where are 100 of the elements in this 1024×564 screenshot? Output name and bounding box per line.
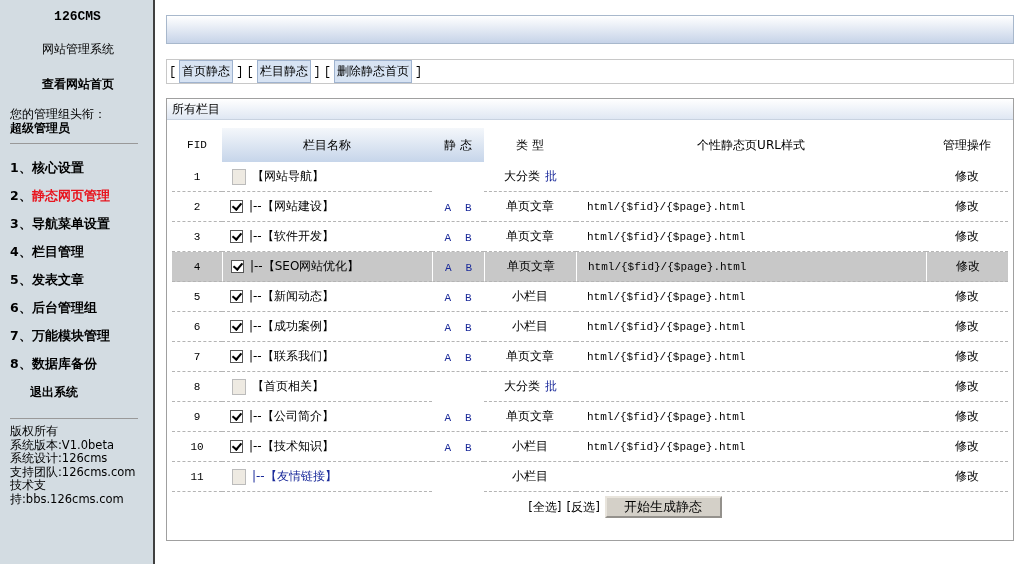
checkbox[interactable] [230, 410, 243, 423]
footer-text: 版权所有 [10, 425, 59, 439]
static-link[interactable]: B [465, 201, 472, 214]
category-link[interactable]: |--【友情链接】 [252, 469, 337, 483]
static-link[interactable]: B [465, 231, 472, 244]
checkbox[interactable] [232, 168, 246, 185]
menu-item[interactable]: 发表文章 [31, 271, 84, 289]
category-name: 【首页相关】 [252, 379, 324, 393]
column-header: 栏目名称 [222, 128, 432, 162]
edit-link[interactable]: 修改 [955, 439, 979, 453]
edit-link[interactable]: 修改 [955, 259, 980, 273]
table-row[interactable]: 6 |--【成功案例】 A B 小栏目 html/{$fid}/{$page}.html 修改 [172, 312, 1008, 342]
type-text: 单页文章 [506, 229, 554, 243]
table-row[interactable]: 10 |--【技术知识】 A B 小栏目 html/{$fid}/{$page}.html 修改 [172, 432, 1008, 462]
menu-item[interactable]: 万能模块管理 [31, 327, 110, 345]
checkbox[interactable] [230, 200, 243, 213]
table-row[interactable]: 11 |--【友情链接】 小栏目 修改 [172, 462, 1008, 492]
static-link[interactable]: B [465, 321, 472, 334]
table-row[interactable]: 1 【网站导航】 大分类 批 修改 [172, 162, 1008, 192]
category-name: |--【技术知识】 [249, 439, 334, 453]
static-link[interactable]: A [444, 411, 451, 424]
static-link[interactable]: B [465, 411, 472, 424]
menu-number: 7、 [10, 327, 32, 345]
static-link[interactable]: A [444, 231, 451, 244]
app-subtitle: 网站管理系统 [40, 41, 115, 58]
type-text: 小栏目 [512, 319, 548, 333]
toolbar-button[interactable]: 首页静态 [179, 60, 234, 83]
checkbox[interactable] [230, 290, 243, 303]
home-link[interactable]: 查看网站首页 [10, 76, 145, 93]
category-name: 【网站导航】 [252, 169, 324, 183]
static-link[interactable]: A [444, 291, 451, 304]
menu-item[interactable]: 数据库备份 [31, 355, 97, 373]
bracket: [ [323, 64, 331, 79]
checkbox[interactable] [230, 440, 243, 453]
static-link[interactable]: B [465, 261, 473, 274]
edit-link[interactable]: 修改 [955, 289, 979, 303]
bracket: ] [415, 64, 423, 79]
checkbox[interactable] [230, 350, 243, 363]
table-row[interactable]: 8 【首页相关】 大分类 批 修改 [172, 372, 1008, 402]
static-link[interactable]: A [444, 351, 451, 364]
url-pattern: html/{$fid}/{$page}.html [588, 260, 747, 273]
fid-cell: 9 [172, 402, 222, 432]
batch-link[interactable]: 批 [544, 169, 557, 183]
table-row[interactable]: 9 |--【公司简介】 A B 单页文章 html/{$fid}/{$page}.html 修改 [172, 402, 1008, 432]
url-pattern: html/{$fid}/{$page}.html [587, 320, 746, 333]
edit-link[interactable]: 修改 [955, 199, 979, 213]
edit-link[interactable]: 修改 [955, 319, 979, 333]
static-link[interactable]: A [444, 261, 452, 274]
edit-link[interactable]: 修改 [955, 229, 979, 243]
type-text: 单页文章 [506, 409, 554, 423]
table-row[interactable]: 2 |--【网站建设】 A B 单页文章 html/{$fid}/{$page}.html 修改 [172, 192, 1008, 222]
group-label: 您的管理组头衔： [10, 107, 107, 121]
toolbar-button[interactable]: 栏目静态 [256, 60, 311, 83]
url-pattern: html/{$fid}/{$page}.html [587, 290, 746, 303]
edit-link[interactable]: 修改 [955, 349, 979, 363]
generate-button[interactable]: 开始生成静态 [604, 496, 722, 518]
menu-item[interactable]: 后台管理组 [31, 299, 97, 317]
static-link[interactable]: B [465, 441, 472, 454]
static-link[interactable]: B [465, 351, 472, 364]
table-row[interactable]: 7 |--【联系我们】 A B 单页文章 html/{$fid}/{$page}.html 修改 [172, 342, 1008, 372]
select-all-link[interactable]: [全选] [528, 498, 562, 516]
checkbox[interactable] [230, 320, 243, 333]
menu-item[interactable]: 导航菜单设置 [31, 215, 110, 233]
static-link[interactable]: B [465, 291, 472, 304]
type-text: 大分类 [503, 169, 540, 183]
menu-number: 4、 [10, 243, 32, 261]
table-row[interactable]: 5 |--【新闻动态】 A B 小栏目 html/{$fid}/{$page}.html 修改 [172, 282, 1008, 312]
checkbox[interactable] [230, 230, 243, 243]
fid-cell: 11 [172, 462, 222, 492]
checkbox[interactable] [232, 468, 246, 485]
type-text: 单页文章 [506, 349, 554, 363]
edit-link[interactable]: 修改 [955, 379, 979, 393]
footer-text: 持:bbs.126cms.com [10, 492, 125, 506]
batch-link[interactable]: 批 [544, 379, 557, 393]
menu-item[interactable]: 核心设置 [31, 159, 84, 177]
invert-link[interactable]: [反选] [566, 498, 600, 516]
url-pattern: html/{$fid}/{$page}.html [587, 440, 746, 453]
checkbox[interactable] [231, 260, 244, 273]
checkbox[interactable] [232, 378, 246, 395]
app-title: 126CMS [53, 9, 102, 24]
footer-text: 支持团队:126cms.com [10, 465, 137, 479]
menu-item[interactable]: 栏目管理 [31, 243, 84, 261]
fid-cell: 2 [172, 192, 222, 222]
bracket: ] [236, 64, 244, 79]
edit-link[interactable]: 修改 [955, 409, 979, 423]
static-link[interactable]: A [444, 321, 451, 334]
type-text: 单页文章 [506, 259, 555, 273]
logout-link[interactable]: 退出系统 [10, 378, 145, 406]
bracket: [ [246, 64, 254, 79]
static-link[interactable]: A [444, 201, 451, 214]
edit-link[interactable]: 修改 [955, 469, 979, 483]
table-row[interactable]: 4 |--【SEO网站优化】 A B 单页文章 html/{$fid}/{$page}.html 修改 [172, 252, 1008, 282]
static-link[interactable]: A [444, 441, 451, 454]
edit-link[interactable]: 修改 [955, 169, 979, 183]
toolbar-button[interactable]: 删除静态首页 [334, 60, 412, 83]
menu-number: 6、 [10, 299, 32, 317]
bracket: ] [313, 64, 321, 79]
fid-cell: 1 [172, 162, 222, 192]
category-name: |--【联系我们】 [249, 349, 334, 363]
category-name: |--【新闻动态】 [249, 289, 334, 303]
